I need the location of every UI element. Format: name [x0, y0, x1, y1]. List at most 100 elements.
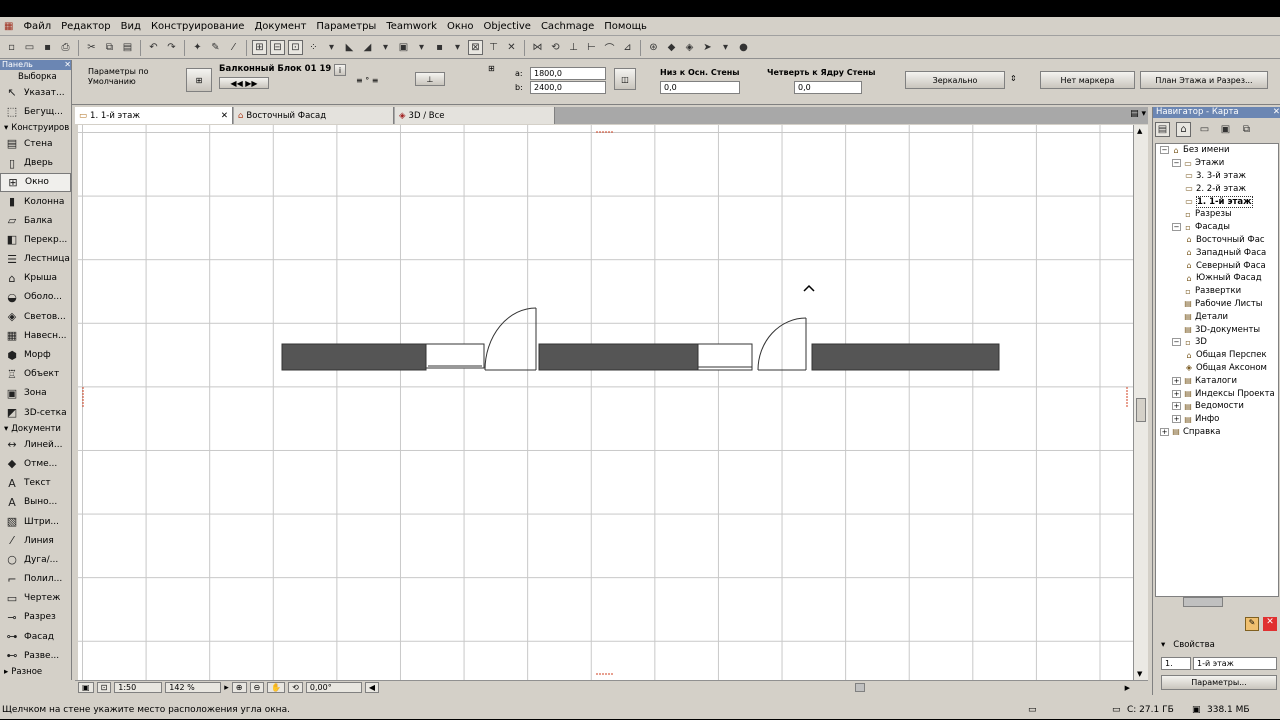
new-icon[interactable]: ▫ — [4, 40, 19, 55]
menu-item[interactable]: Документ — [254, 21, 306, 32]
tool-polyline[interactable]: ⌐ Полил... — [0, 570, 71, 589]
tree-item[interactable]: − ⌂ Без имени — [1156, 144, 1278, 157]
rotate-icon[interactable]: ⟲ — [548, 40, 563, 55]
tree-item[interactable]: ▫ Развертки — [1156, 285, 1278, 298]
chevron-down-icon[interactable]: ▾ — [718, 40, 733, 55]
tab-east-facade[interactable]: ⌂ Восточный Фасад — [234, 107, 394, 124]
rotate-view-icon[interactable]: ⟲ — [288, 682, 303, 693]
menu-item[interactable]: Вид — [121, 21, 141, 32]
tree-item[interactable]: − ▭ Этажи — [1156, 157, 1278, 170]
document-section[interactable]: ▾ Документи — [0, 422, 71, 435]
floorplan-button[interactable]: План Этажа и Разрез... — [1140, 71, 1268, 89]
redo-icon[interactable]: ↷ — [164, 40, 179, 55]
tree-item[interactable]: ▫ Разрезы — [1156, 208, 1278, 221]
info-icon[interactable]: i — [334, 64, 346, 76]
3d-view-icon[interactable]: ◈ — [682, 40, 697, 55]
sill-field[interactable]: 0,0 — [660, 81, 740, 94]
tool-mesh[interactable]: ◩ 3D-сетка — [0, 403, 71, 422]
scroll-down-icon[interactable]: ▼ — [1137, 670, 1142, 678]
menu-item[interactable]: Параметры — [316, 21, 376, 32]
tool-dimension[interactable]: ↔ Линей... — [0, 435, 71, 454]
organizer-icon[interactable]: ⧉ — [1239, 122, 1254, 137]
menu-item[interactable]: Cachmage — [541, 21, 594, 32]
scroll-thumb[interactable] — [1136, 398, 1146, 422]
chevron-down-icon[interactable]: ▾ — [324, 40, 339, 55]
expand-icon[interactable]: + — [1160, 427, 1169, 436]
tree-item[interactable]: ▭ 1. 1-й этаж — [1156, 195, 1278, 208]
tree-item[interactable]: + ▤ Ведомости — [1156, 400, 1278, 413]
expand-icon[interactable]: + — [1172, 389, 1181, 398]
tool-column[interactable]: ▮ Колонна — [0, 192, 71, 211]
dots-icon[interactable]: ⁘ — [306, 40, 321, 55]
offset-icon[interactable]: ⊢ — [584, 40, 599, 55]
tool-arrow[interactable]: ↖ Указат... — [0, 83, 71, 102]
tool-arc[interactable]: ○ Дуга/... — [0, 550, 71, 569]
record-icon[interactable]: ● — [736, 40, 751, 55]
expand-icon[interactable]: + — [1172, 376, 1181, 385]
more-section[interactable]: ▸ Разное — [0, 665, 71, 678]
collapse-icon[interactable]: − — [1172, 159, 1181, 168]
eyedropper-icon[interactable]: ⁄ — [226, 40, 241, 55]
cut-icon[interactable]: ✂ — [84, 40, 99, 55]
tool-line[interactable]: ⁄ Линия — [0, 531, 71, 550]
tool-level[interactable]: ◆ Отме... — [0, 454, 71, 473]
menu-item[interactable]: Помощь — [604, 21, 647, 32]
tree-item[interactable]: ▤ 3D-документы — [1156, 323, 1278, 336]
scale-field[interactable]: 1:50 — [114, 682, 163, 693]
story-number-field[interactable]: 1. — [1161, 657, 1191, 670]
marker-button[interactable]: Нет маркера — [1040, 71, 1135, 89]
stretch-icon[interactable]: ⊿ — [620, 40, 635, 55]
delete-icon[interactable]: ✕ — [1263, 617, 1277, 631]
tool-curtain-wall[interactable]: ▦ Навесн... — [0, 326, 71, 345]
guide-lines-icon[interactable]: ⊟ — [270, 40, 285, 55]
chevron-down-icon[interactable]: ▾ — [450, 40, 465, 55]
project-map-icon[interactable]: ▤ — [1155, 122, 1170, 137]
trim-icon[interactable]: ◣ — [342, 40, 357, 55]
chevron-right-icon[interactable]: ▸ — [224, 683, 229, 693]
zoom-in-icon[interactable]: ⊕ — [231, 682, 247, 693]
layers-icon[interactable]: ⊛ — [646, 40, 661, 55]
tool-object[interactable]: ♖ Объект — [0, 365, 71, 384]
window-opening[interactable] — [697, 343, 753, 371]
scroll-right-icon[interactable]: ▶ — [1125, 684, 1130, 692]
trace-icon[interactable]: ⊤ — [486, 40, 501, 55]
collapse-icon[interactable]: − — [1172, 223, 1181, 232]
chevron-down-icon[interactable]: ▾ — [378, 40, 393, 55]
params-button[interactable]: Параметры... — [1161, 675, 1277, 690]
save-icon[interactable]: ▪ — [40, 40, 55, 55]
tool-skylight[interactable]: ◈ Светов... — [0, 307, 71, 326]
tool-hatch[interactable]: ▧ Штри... — [0, 512, 71, 531]
tool-morph[interactable]: ⬢ Морф — [0, 345, 71, 364]
window-settings-button[interactable]: ⊞ — [186, 68, 212, 92]
grid-snap-icon[interactable]: ⊞ — [252, 40, 267, 55]
copy-icon[interactable]: ⧉ — [102, 40, 117, 55]
tree-item[interactable]: + ▤ Справка — [1156, 426, 1278, 439]
new-view-icon[interactable]: ✎ — [1245, 617, 1259, 631]
lock-icon[interactable]: ▪ — [432, 40, 447, 55]
wall-segment[interactable] — [281, 343, 427, 371]
navigate-icon[interactable]: ➤ — [700, 40, 715, 55]
zoom-out-icon[interactable]: ⊖ — [249, 682, 265, 693]
tree-item[interactable]: − ▫ 3D — [1156, 336, 1278, 349]
close-icon[interactable]: ✕ — [504, 40, 519, 55]
tool-marquee[interactable]: ⬚ Бегущ... — [0, 102, 71, 121]
prev-next-buttons[interactable]: ◀◀ ▶▶ — [219, 77, 269, 89]
layout-book-icon[interactable]: ▭ — [1197, 122, 1212, 137]
zoom-fit-icon[interactable]: ⊡ — [96, 682, 112, 693]
menu-item[interactable]: Teamwork — [386, 21, 437, 32]
tree-item[interactable]: ▤ Детали — [1156, 310, 1278, 323]
tool-window[interactable]: ⊞ Окно — [0, 172, 71, 192]
mirror-icon[interactable]: ⊥ — [566, 40, 581, 55]
hscroll-thumb[interactable] — [855, 683, 865, 692]
move-icon[interactable]: ⋈ — [530, 40, 545, 55]
chevron-down-icon[interactable]: ▾ — [414, 40, 429, 55]
view-map-icon[interactable]: ⌂ — [1176, 122, 1191, 137]
tool-zone[interactable]: ▣ Зона — [0, 384, 71, 403]
undo-icon[interactable]: ↶ — [146, 40, 161, 55]
paste-icon[interactable]: ▤ — [120, 40, 135, 55]
tree-item[interactable]: ▭ 2. 2-й этаж — [1156, 182, 1278, 195]
split-icon[interactable]: ◢ — [360, 40, 375, 55]
design-section[interactable]: ▾ Конструиров — [0, 121, 71, 134]
tab-menu-icon[interactable]: ▤ ▾ — [1130, 109, 1146, 119]
group-icon[interactable]: ▣ — [396, 40, 411, 55]
